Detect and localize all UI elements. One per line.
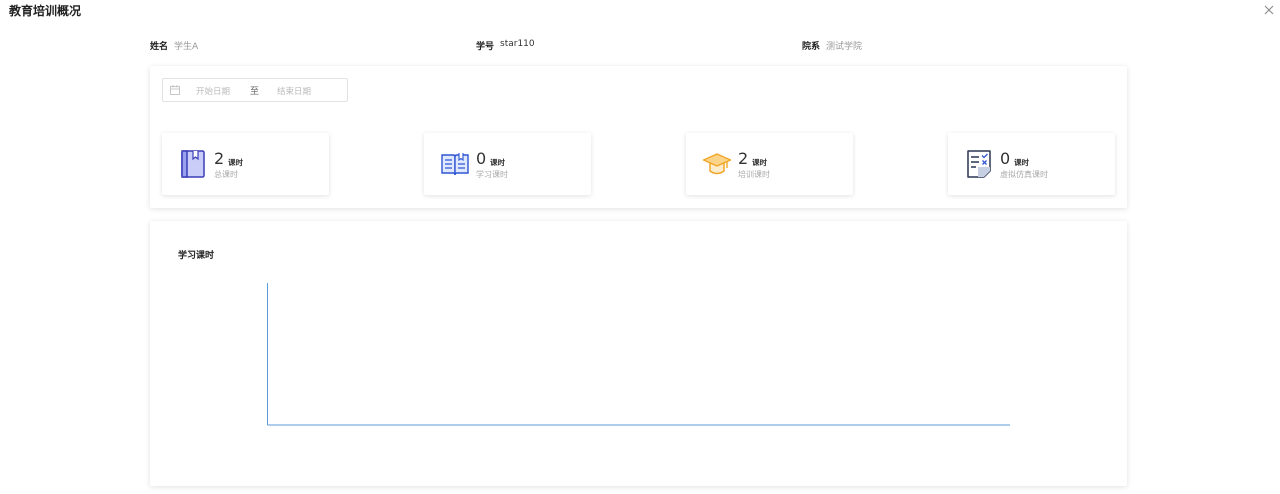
book-icon bbox=[181, 150, 205, 178]
stat-value: 2 bbox=[214, 149, 225, 168]
id-label: 学号 bbox=[476, 42, 495, 52]
stat-label: 学习课时 bbox=[476, 170, 508, 179]
dept-value: 测试学院 bbox=[826, 42, 863, 52]
close-icon[interactable] bbox=[1262, 3, 1276, 17]
stat-unit: 课时 bbox=[752, 158, 767, 167]
graduation-cap-icon bbox=[702, 153, 732, 175]
stat-label: 培训课时 bbox=[738, 170, 770, 179]
stat-value: 0 bbox=[1000, 149, 1011, 168]
dept-label: 院系 bbox=[802, 42, 821, 52]
stat-unit: 课时 bbox=[228, 158, 243, 167]
name-value: 学生A bbox=[174, 42, 199, 52]
study-hours-chart bbox=[267, 283, 1010, 426]
stat-unit: 课时 bbox=[490, 158, 505, 167]
page-title: 教育培训概况 bbox=[9, 4, 82, 18]
name-label: 姓名 bbox=[150, 42, 169, 52]
calendar-icon bbox=[170, 85, 180, 95]
open-book-icon bbox=[441, 153, 469, 176]
student-dept: 院系 测试学院 bbox=[802, 39, 862, 52]
student-name: 姓名 学生A bbox=[150, 39, 198, 52]
stat-card-total: 2 课时 总课时 bbox=[162, 133, 329, 195]
study-hours-chart-panel: 学习课时 bbox=[150, 221, 1127, 486]
id-value: star110 bbox=[500, 39, 535, 49]
student-id: 学号 star110 bbox=[476, 39, 535, 52]
stat-label: 总课时 bbox=[214, 170, 238, 179]
stat-card-study: 0 课时 学习课时 bbox=[424, 133, 591, 195]
date-separator: 至 bbox=[250, 87, 260, 97]
summary-panel: 开始日期 至 结束日期 2 课时 总课时 0 课时 学习课时 2 课时 培训课时… bbox=[150, 66, 1127, 208]
stat-card-simulation: 0 课时 虚拟仿真课时 bbox=[948, 133, 1115, 195]
date-range-picker[interactable]: 开始日期 至 结束日期 bbox=[162, 78, 348, 102]
end-date-input[interactable]: 结束日期 bbox=[277, 85, 311, 97]
start-date-input[interactable]: 开始日期 bbox=[196, 85, 230, 97]
stat-value: 2 bbox=[738, 149, 749, 168]
stat-value: 0 bbox=[476, 149, 487, 168]
stat-card-training: 2 课时 培训课时 bbox=[686, 133, 853, 195]
stat-unit: 课时 bbox=[1014, 158, 1029, 167]
simulation-sheet-icon bbox=[967, 150, 991, 178]
stat-label: 虚拟仿真课时 bbox=[1000, 170, 1048, 179]
